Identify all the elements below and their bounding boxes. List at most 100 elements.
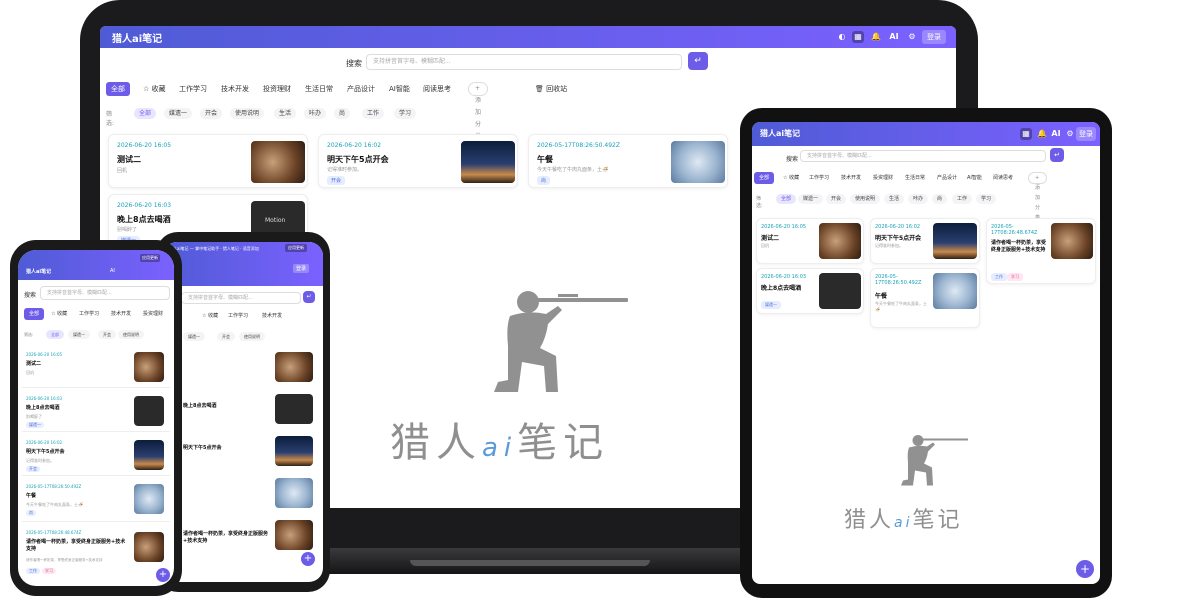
grid-icon[interactable]: ▦ <box>852 31 864 43</box>
login-button[interactable]: 登录 <box>293 264 310 273</box>
tag-item[interactable]: 生活 <box>274 108 297 119</box>
tag-all[interactable]: 全部 <box>776 194 797 204</box>
tab-life[interactable]: 生活日常 <box>900 172 930 184</box>
search-input[interactable]: 支持拼音首字母、模糊匹配... <box>366 54 682 70</box>
note-tag[interactable]: 媒遗一 <box>761 301 781 309</box>
add-note-button[interactable]: + <box>301 552 315 566</box>
note-card[interactable]: 2026-06-20 16:03 晚上8点去喝酒 别喝醉了 媒遗一 <box>22 392 170 432</box>
tag-item[interactable]: 开会 <box>98 330 116 339</box>
tab-work[interactable]: 工作学习 <box>74 308 104 320</box>
ai-button[interactable]: AI <box>888 31 900 43</box>
note-card[interactable]: 2026-06-20 16:02 明天下午5点开会 记得准时参加。 开会 <box>318 134 518 188</box>
note-card[interactable]: 2026-06-20 16:05 测试二 回机 <box>108 134 308 188</box>
tab-reading[interactable]: 阅读思考 <box>988 172 1018 184</box>
tab-design[interactable]: 产品设计 <box>932 172 962 184</box>
tab-life[interactable]: 生活日常 <box>300 82 338 96</box>
tag-item[interactable]: 工作 <box>952 194 973 204</box>
note-tag[interactable]: 尚 <box>537 176 551 185</box>
tag-item[interactable]: 尚 <box>334 108 351 119</box>
login-button[interactable]: 登录 <box>922 30 946 44</box>
tag-item[interactable]: 媒遗一 <box>68 330 90 339</box>
search-input[interactable]: 支持拼音首字母、模糊匹配... <box>181 292 301 304</box>
tab-work[interactable]: 工作学习 <box>174 82 212 96</box>
tag-all[interactable]: 全部 <box>46 330 64 339</box>
grid-icon[interactable]: ▦ <box>1020 128 1032 140</box>
ai-button[interactable]: AI <box>1050 128 1062 140</box>
tab-all[interactable]: 全部 <box>106 82 130 96</box>
add-note-button[interactable]: + <box>156 568 170 582</box>
bell-icon[interactable]: 🔔 <box>1036 128 1048 140</box>
add-note-button[interactable]: + <box>1076 560 1094 578</box>
note-card[interactable]: 2026-05-17T08:26:50.492Z 午餐 今天午餐吃了牛肉丸面条，… <box>870 268 980 328</box>
note-card[interactable]: 2026-05-17T08:26:50.492Z 午餐 今天午餐吃了牛肉丸面条，… <box>22 480 170 522</box>
tag-item[interactable]: 使用说明 <box>118 330 144 339</box>
tab-ai[interactable]: AI智能 <box>384 82 415 96</box>
note-tag[interactable]: 媒遗一 <box>26 422 44 428</box>
note-tag[interactable]: 开会 <box>26 466 40 472</box>
note-card[interactable]: 2026-06-20 16:03 晚上8点去喝酒 媒遗一 <box>756 268 864 314</box>
tag-item[interactable]: 开会 <box>217 332 235 341</box>
ai-button[interactable]: AI <box>110 268 115 274</box>
search-button[interactable]: ↵ <box>1050 148 1064 162</box>
tab-all[interactable]: 全部 <box>754 172 775 184</box>
tab-ai[interactable]: AI智能 <box>962 172 987 184</box>
tag-item[interactable]: 媒遗一 <box>183 332 205 341</box>
tag-all[interactable]: 全部 <box>134 108 157 119</box>
settings-icon[interactable]: ⚙ <box>1064 128 1076 140</box>
tab-favorite[interactable]: ☆ 收藏 <box>138 82 171 96</box>
tag-item[interactable]: 尚 <box>932 194 948 204</box>
note-card[interactable]: 2026-06-20 16:02 明天下午5点开会 记得准时参加。 开会 <box>22 436 170 476</box>
login-button[interactable]: 登录 <box>1076 127 1096 141</box>
search-input[interactable]: 支持拼音首字母、模糊匹配... <box>40 286 170 300</box>
tab-favorite[interactable]: ☆ 收藏 <box>197 310 223 322</box>
update-button[interactable]: 应用更新 <box>140 254 160 262</box>
bell-icon[interactable]: 🔔 <box>870 31 882 43</box>
add-category-button[interactable]: + 添加分类 <box>1028 172 1047 221</box>
tab-tech[interactable]: 技术开发 <box>106 308 136 320</box>
tag-item[interactable]: 使用说明 <box>239 332 265 341</box>
tag-item[interactable]: 生活 <box>884 194 905 204</box>
add-category-button[interactable]: + 添加分类 <box>468 82 488 140</box>
tab-reading[interactable]: 阅读思考 <box>418 82 456 96</box>
tab-tech[interactable]: 技术开发 <box>836 172 866 184</box>
tab-tech[interactable]: 技术开发 <box>216 82 254 96</box>
note-card[interactable]: 2026-05-17T08:26:48.674Z 请作者喝一杯奶茶，享受终身正版… <box>22 526 170 582</box>
note-tag[interactable]: 学习 <box>42 568 56 574</box>
theme-icon[interactable]: ◐ <box>836 31 848 43</box>
note-card[interactable]: 2026-05-17T08:26:48.674Z 请作者喝一杯奶茶，享受终身正版… <box>986 218 1096 284</box>
recycle-bin-button[interactable]: 🗑 回收站 <box>530 82 572 96</box>
settings-icon[interactable]: ⚙ <box>906 31 918 43</box>
tag-item[interactable]: 开会 <box>200 108 223 119</box>
tag-item[interactable]: 咔办 <box>908 194 929 204</box>
search-input[interactable]: 支持拼音首字母、模糊匹配... <box>800 150 1046 162</box>
tag-item[interactable]: 媒遗一 <box>164 108 193 119</box>
tag-item[interactable]: 媒遗一 <box>798 194 824 204</box>
tab-invest[interactable]: 投资理财 <box>868 172 898 184</box>
tab-work[interactable]: 工作学习 <box>223 310 253 322</box>
tag-item[interactable]: 使用说明 <box>230 108 265 119</box>
tab-work[interactable]: 工作学习 <box>804 172 834 184</box>
note-tag[interactable]: 尚 <box>26 510 36 516</box>
tab-invest[interactable]: 投资理财 <box>258 82 296 96</box>
note-tag[interactable]: 学习 <box>1007 273 1023 281</box>
tag-item[interactable]: 开会 <box>826 194 847 204</box>
note-card[interactable]: 2026-05-17T08:26:50.492Z 午餐 今天午餐吃了牛肉丸面条，… <box>528 134 728 188</box>
note-tag[interactable]: 工作 <box>991 273 1007 281</box>
tag-item[interactable]: 学习 <box>394 108 417 119</box>
tab-favorite[interactable]: ☆ 收藏 <box>778 172 804 184</box>
update-button[interactable]: 应用更新 <box>285 244 307 252</box>
note-tag[interactable]: 开会 <box>327 176 346 185</box>
tab-invest[interactable]: 投资理财 <box>138 308 168 320</box>
tab-design[interactable]: 产品设计 <box>342 82 380 96</box>
tab-all[interactable]: 全部 <box>24 308 45 320</box>
search-button[interactable]: ↵ <box>303 291 315 303</box>
search-button[interactable]: ↵ <box>688 52 708 70</box>
tag-item[interactable]: 咔办 <box>304 108 327 119</box>
tab-favorite[interactable]: ☆ 收藏 <box>46 308 72 320</box>
tag-item[interactable]: 学习 <box>976 194 997 204</box>
note-card[interactable]: 2026-06-20 16:05 测试二 回机 <box>756 218 864 264</box>
note-card[interactable]: 2026-06-20 16:05 测试二 回机 <box>22 348 170 388</box>
tab-tech[interactable]: 技术开发 <box>257 310 287 322</box>
tag-item[interactable]: 使用说明 <box>850 194 881 204</box>
tag-item[interactable]: 工作 <box>362 108 385 119</box>
